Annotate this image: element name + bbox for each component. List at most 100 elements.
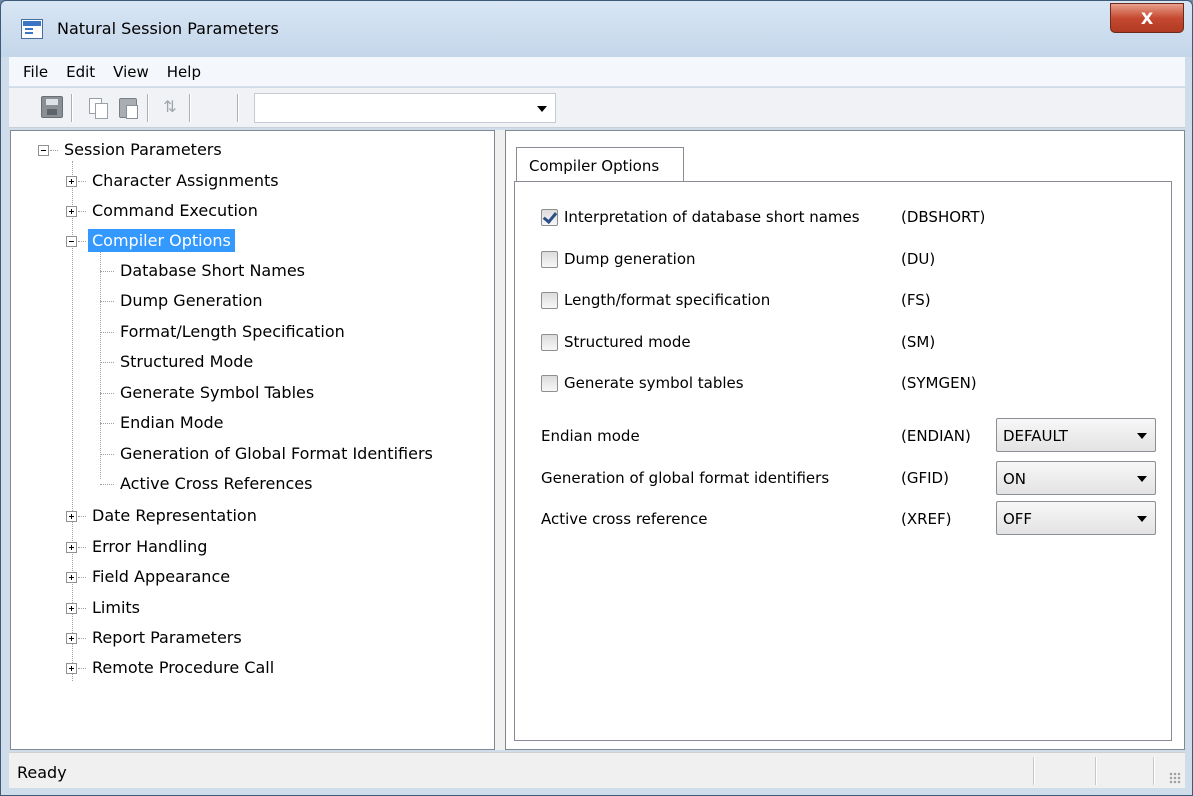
option-label: Structured mode <box>564 333 691 351</box>
chevron-down-icon <box>1137 433 1147 439</box>
option-label: Interpretation of database short names <box>564 208 860 226</box>
status-divider <box>1033 757 1035 785</box>
tree-item-database-short-names[interactable]: Database Short Names <box>100 258 309 284</box>
tree-item-field-appearance[interactable]: Field Appearance <box>66 564 234 590</box>
toolbar-combo[interactable] <box>254 93 556 123</box>
tree-item-label: Remote Procedure Call <box>92 658 275 677</box>
collapse-icon[interactable] <box>38 145 49 156</box>
status-bar: Ready <box>9 752 1185 788</box>
title-bar[interactable]: Natural Session Parameters X <box>1 1 1192 57</box>
tree-item-character-assignments[interactable]: Character Assignments <box>66 168 283 194</box>
tree-line <box>100 301 114 302</box>
chevron-down-icon[interactable] <box>537 106 547 112</box>
tree-line <box>100 332 114 333</box>
tree-item-error-handling[interactable]: Error Handling <box>66 534 211 560</box>
option-label: Generate symbol tables <box>564 374 744 392</box>
option-dbshort[interactable]: Interpretation of database short names <box>541 206 860 228</box>
menu-edit[interactable]: Edit <box>66 63 95 81</box>
menu-help[interactable]: Help <box>167 63 201 81</box>
tree-line <box>100 362 114 363</box>
expand-icon[interactable] <box>66 511 77 522</box>
status-text: Ready <box>17 763 67 782</box>
chevron-down-icon <box>1137 476 1147 482</box>
gfid-select-value: ON <box>1003 470 1027 488</box>
tree-item-command-execution[interactable]: Command Execution <box>66 198 262 224</box>
tree-item-label: Structured Mode <box>120 352 254 371</box>
tree-item-dump-generation[interactable]: Dump Generation <box>100 288 267 314</box>
option-fs[interactable]: Length/format specification <box>541 289 770 311</box>
tree-item-label: Character Assignments <box>92 171 279 190</box>
menu-file[interactable]: File <box>23 63 48 81</box>
save-icon[interactable] <box>41 96 63 118</box>
close-button[interactable]: X <box>1110 3 1184 33</box>
pane-splitter[interactable] <box>495 130 505 750</box>
expand-icon[interactable] <box>66 206 77 217</box>
option-code: (DBSHORT) <box>901 208 986 226</box>
expand-icon[interactable] <box>66 176 77 187</box>
menu-view[interactable]: View <box>113 63 149 81</box>
gfid-select[interactable]: ON <box>996 461 1156 495</box>
dbshort-checkbox[interactable] <box>541 208 558 226</box>
option-code: (SYMGEN) <box>901 374 977 392</box>
toolbar-separator <box>237 94 239 122</box>
option-code: (DU) <box>901 250 936 268</box>
option-symgen[interactable]: Generate symbol tables <box>541 372 744 394</box>
tree-item-generate-symbol-tables[interactable]: Generate Symbol Tables <box>100 380 318 406</box>
gfid-label: Generation of global format identifiers <box>541 469 830 487</box>
status-divider <box>1095 757 1097 785</box>
status-divider <box>1153 757 1155 785</box>
tree-item-format-length[interactable]: Format/Length Specification <box>100 319 349 345</box>
tree-item-label: Error Handling <box>92 537 208 556</box>
tree-item-label: Date Representation <box>92 506 257 525</box>
tree-item-label: Compiler Options <box>88 229 235 252</box>
tree-item-date-representation[interactable]: Date Representation <box>66 503 261 529</box>
tree-line <box>100 271 114 272</box>
expand-icon[interactable] <box>66 633 77 644</box>
paste-icon[interactable] <box>117 96 139 119</box>
fs-checkbox[interactable] <box>541 291 558 309</box>
tree-line <box>78 211 86 212</box>
tree-item-structured-mode[interactable]: Structured Mode <box>100 349 257 375</box>
tree-item-label: Report Parameters <box>92 628 242 647</box>
option-du[interactable]: Dump generation <box>541 248 696 270</box>
tree-view[interactable]: Session Parameters Character Assignments… <box>10 130 495 750</box>
toolbar-separator <box>189 94 191 122</box>
expand-icon[interactable] <box>66 572 77 583</box>
expand-icon[interactable] <box>66 663 77 674</box>
xref-label: Active cross reference <box>541 510 708 528</box>
du-checkbox[interactable] <box>541 250 558 268</box>
refresh-icon[interactable]: ⇅ <box>159 96 181 118</box>
tree-item-label: Generation of Global Format Identifiers <box>120 444 433 463</box>
endian-code: (ENDIAN) <box>901 427 971 445</box>
options-pane: Compiler Options Interpretation of datab… <box>505 130 1185 750</box>
xref-select-value: OFF <box>1003 510 1033 528</box>
tree-line <box>78 577 86 578</box>
expand-icon[interactable] <box>66 603 77 614</box>
tree-item-global-format-identifiers[interactable]: Generation of Global Format Identifiers <box>100 441 437 467</box>
resize-grip-icon[interactable] <box>1169 772 1181 784</box>
endian-label: Endian mode <box>541 427 640 445</box>
tree-item-active-cross-references[interactable]: Active Cross References <box>100 471 316 497</box>
symgen-checkbox[interactable] <box>541 374 558 392</box>
option-code: (SM) <box>901 333 936 351</box>
expand-icon[interactable] <box>66 542 77 553</box>
tree-item-label: Format/Length Specification <box>120 322 345 341</box>
option-sm[interactable]: Structured mode <box>541 331 691 353</box>
tree-item-label: Field Appearance <box>92 567 231 586</box>
tree-item-compiler-options[interactable]: Compiler Options <box>66 228 235 254</box>
sm-checkbox[interactable] <box>541 333 558 351</box>
tree-item-report-parameters[interactable]: Report Parameters <box>66 625 246 651</box>
tab-compiler-options[interactable]: Compiler Options <box>516 147 684 181</box>
endian-select[interactable]: DEFAULT <box>996 418 1156 452</box>
tree-item-session-parameters[interactable]: Session Parameters <box>38 137 226 163</box>
chevron-down-icon <box>1137 516 1147 522</box>
tree-line <box>78 547 86 548</box>
tree-item-label: Database Short Names <box>120 261 305 280</box>
tree-line <box>100 454 114 455</box>
tree-item-limits[interactable]: Limits <box>66 595 144 621</box>
tree-item-endian-mode[interactable]: Endian Mode <box>100 410 227 436</box>
copy-icon[interactable] <box>87 96 109 119</box>
xref-select[interactable]: OFF <box>996 501 1156 535</box>
tree-item-remote-procedure-call[interactable]: Remote Procedure Call <box>66 655 278 681</box>
collapse-icon[interactable] <box>66 236 77 247</box>
